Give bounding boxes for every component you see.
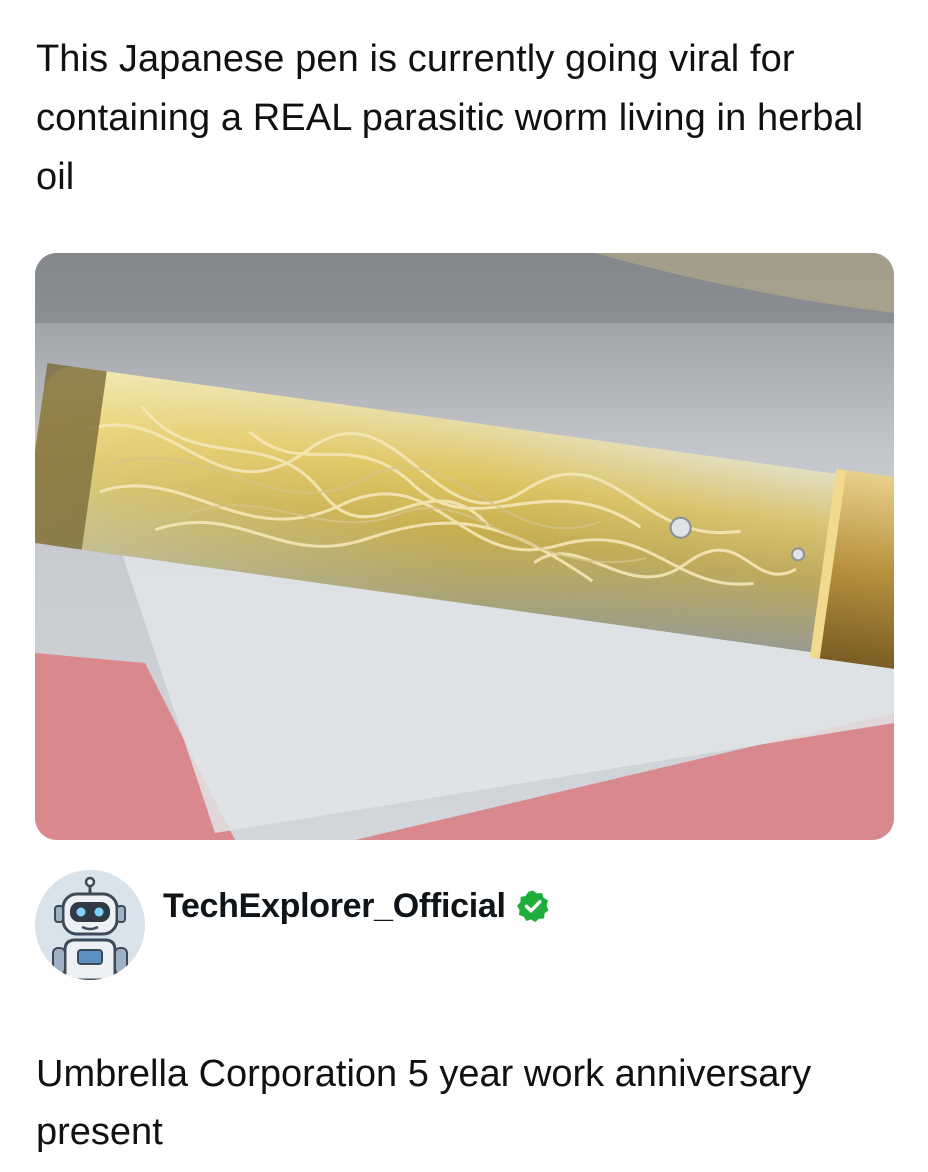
author-row: TechExplorer_Official xyxy=(35,870,895,982)
pen-photo-illustration xyxy=(35,253,894,840)
post-caption: This Japanese pen is currently going vir… xyxy=(36,38,864,198)
author-avatar[interactable] xyxy=(35,870,145,980)
author-name[interactable]: TechExplorer_Official xyxy=(163,887,506,926)
post-photo[interactable] xyxy=(35,253,894,840)
verified-check-icon xyxy=(516,889,550,923)
robot-icon xyxy=(35,870,145,980)
author-name-group: TechExplorer_Official xyxy=(163,886,550,926)
reply-text: Umbrella Corporation 5 year work anniver… xyxy=(36,1053,812,1153)
